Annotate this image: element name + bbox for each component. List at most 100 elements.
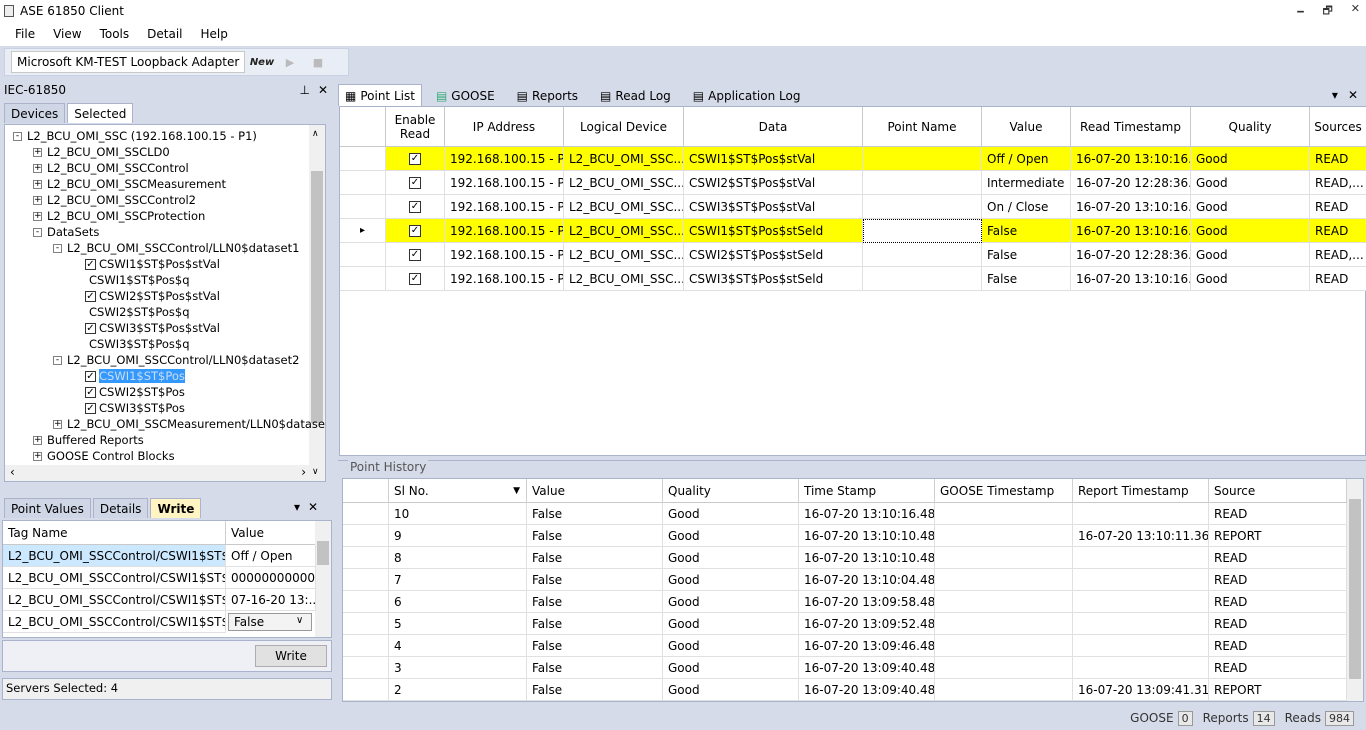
scroll-up-icon[interactable]: ∧	[312, 129, 319, 139]
col-value[interactable]: Value	[527, 479, 663, 503]
logical-device-cell[interactable]: L2_BCU_OMI_SSC...	[564, 171, 684, 195]
ip-address-cell[interactable]: 192.168.100.15 - P1	[445, 171, 564, 195]
row-header[interactable]	[343, 569, 389, 591]
point-name-cell[interactable]	[863, 147, 982, 171]
tab-devices[interactable]: Devices	[4, 103, 66, 123]
col-enable-read[interactable]: Enable Read	[386, 107, 445, 147]
tree-node[interactable]: + L2_BCU_OMI_SSCLD0	[33, 144, 170, 160]
minimize-icon[interactable]: 🗕	[1297, 2, 1305, 21]
data-cell[interactable]: CSWI2$ST$Pos$stVal	[684, 171, 863, 195]
read-timestamp-cell[interactable]: 16-07-20 12:28:36....	[1071, 243, 1191, 267]
menu-tools[interactable]: Tools	[91, 27, 139, 41]
logical-device-cell[interactable]: L2_BCU_OMI_SSC...	[564, 243, 684, 267]
data-cell[interactable]: CSWI3$ST$Pos$stSeld	[684, 267, 863, 291]
write-tag-cell[interactable]: L2_BCU_OMI_SSCControl/CSWI1$ST$Pos	[3, 589, 226, 611]
col-sources[interactable]: Sources	[1310, 107, 1366, 147]
tab-reports[interactable]: ▤ Reports	[511, 86, 584, 106]
ip-address-cell[interactable]: 192.168.100.15 - P1	[445, 219, 564, 243]
history-scroll-thumb[interactable]	[1349, 499, 1361, 679]
tree-node[interactable]: - DataSets	[33, 224, 99, 240]
row-header[interactable]	[343, 613, 389, 635]
tree-node[interactable]: ✓ CSWI3$ST$Pos	[85, 400, 185, 416]
logical-device-cell[interactable]: L2_BCU_OMI_SSC...	[564, 267, 684, 291]
device-tree[interactable]: ∧ ∨ ‹ › - L2_BCU_OMI_SSC (192.168.100.15 …	[4, 124, 326, 482]
dropdown-arrow-icon[interactable]: ∨	[296, 615, 303, 626]
row-header[interactable]	[340, 243, 386, 267]
write-tag-cell[interactable]: L2_BCU_OMI_SSCControl/CSWI1$ST$Pos	[3, 611, 226, 633]
col-value[interactable]: Value	[982, 107, 1071, 147]
tree-node[interactable]: + L2_BCU_OMI_SSCControl2	[33, 192, 196, 208]
tab-application-log[interactable]: ▤ Application Log	[687, 86, 807, 106]
point-name-cell[interactable]	[863, 267, 982, 291]
menu-file[interactable]: File	[6, 27, 44, 41]
pin-icon[interactable]: ⊥	[299, 83, 309, 97]
tree-hscrollbar[interactable]: ‹ ›	[5, 465, 311, 481]
row-header[interactable]	[340, 171, 386, 195]
checkbox[interactable]: ✓	[409, 200, 421, 213]
quality-cell[interactable]: Good	[1191, 171, 1310, 195]
sources-cell[interactable]: READ,...	[1310, 171, 1366, 195]
col-logical-device[interactable]: Logical Device	[564, 107, 684, 147]
row-header[interactable]	[340, 195, 386, 219]
row-header[interactable]	[340, 147, 386, 171]
enable-read-cell[interactable]: ✓	[386, 195, 445, 219]
checkbox[interactable]: ✓	[409, 248, 421, 261]
checkbox[interactable]: ✓	[409, 224, 421, 237]
tree-node[interactable]: + L2_BCU_OMI_SSCMeasurement/LLN0$dataset1	[53, 416, 325, 432]
tree-node[interactable]: ✓ CSWI2$ST$Pos$stVal	[85, 288, 220, 304]
expand-icon[interactable]: +	[33, 435, 42, 445]
close-icon[interactable]: ✕	[1351, 2, 1360, 21]
history-scrollbar[interactable]	[1347, 479, 1363, 701]
col-report-timestamp[interactable]: Report Timestamp	[1073, 479, 1209, 503]
tab-goose[interactable]: ▤ GOOSE	[430, 86, 501, 106]
tree-node[interactable]: ✓ CSWI1$ST$Pos$stVal	[85, 256, 220, 272]
tab-point-list[interactable]: ▦ Point List	[338, 84, 422, 106]
menu-detail[interactable]: Detail	[138, 27, 191, 41]
enable-read-cell[interactable]: ✓	[386, 147, 445, 171]
tree-node[interactable]: - L2_BCU_OMI_SSCControl/LLN0$dataset2	[53, 352, 299, 368]
play-icon[interactable]: ▶	[279, 52, 301, 72]
col-data[interactable]: Data	[684, 107, 863, 147]
tree-node[interactable]: CSWI3$ST$Pos$q	[89, 336, 190, 352]
sources-cell[interactable]: READ	[1310, 219, 1366, 243]
value-cell[interactable]: On / Close	[982, 195, 1071, 219]
col-ip-address[interactable]: IP Address	[445, 107, 564, 147]
quality-cell[interactable]: Good	[1191, 147, 1310, 171]
col-sl-no[interactable]: Sl No. ▼	[389, 479, 527, 503]
row-header[interactable]	[343, 657, 389, 679]
logical-device-cell[interactable]: L2_BCU_OMI_SSC...	[564, 147, 684, 171]
expand-icon[interactable]: +	[33, 179, 42, 189]
row-header[interactable]	[343, 635, 389, 657]
expand-icon[interactable]: -	[33, 227, 42, 237]
close-bottom-icon[interactable]: ✕	[308, 500, 318, 514]
expand-icon[interactable]: +	[33, 451, 42, 461]
dropdown-icon[interactable]: ▾	[294, 500, 300, 514]
menu-view[interactable]: View	[44, 27, 90, 41]
checkbox[interactable]: ✓	[409, 272, 421, 285]
logical-device-cell[interactable]: L2_BCU_OMI_SSC...	[564, 195, 684, 219]
tree-node[interactable]: - L2_BCU_OMI_SSC (192.168.100.15 - P1)	[13, 128, 257, 144]
quality-cell[interactable]: Good	[1191, 195, 1310, 219]
enable-read-cell[interactable]: ✓	[386, 171, 445, 195]
write-value-cell[interactable]: 07-16-20 13:...	[226, 589, 316, 611]
new-button[interactable]: New	[250, 52, 274, 72]
row-header[interactable]	[343, 525, 389, 547]
checkbox[interactable]: ✓	[409, 152, 421, 165]
write-value-cell[interactable]: 00000000000...	[226, 567, 316, 589]
adapter-select[interactable]: Microsoft KM-TEST Loopback Adapter	[11, 51, 245, 73]
expand-icon[interactable]: +	[53, 419, 62, 429]
sources-cell[interactable]: READ	[1310, 267, 1366, 291]
point-name-cell[interactable]	[863, 219, 982, 243]
tree-node[interactable]: + Buffered Reports	[33, 432, 144, 448]
close-panel-icon[interactable]: ✕	[318, 83, 328, 97]
col-quality[interactable]: Quality	[663, 479, 799, 503]
read-timestamp-cell[interactable]: 16-07-20 13:10:16....	[1071, 267, 1191, 291]
tab-read-log[interactable]: ▤ Read Log	[594, 86, 677, 106]
row-header[interactable]: ▸	[340, 219, 386, 243]
ip-address-cell[interactable]: 192.168.100.15 - P1	[445, 243, 564, 267]
quality-cell[interactable]: Good	[1191, 243, 1310, 267]
tab-details[interactable]: Details	[92, 498, 149, 518]
tree-node[interactable]: - L2_BCU_OMI_SSCControl/LLN0$dataset1	[53, 240, 299, 256]
expand-icon[interactable]: +	[33, 163, 42, 173]
row-header[interactable]	[343, 503, 389, 525]
